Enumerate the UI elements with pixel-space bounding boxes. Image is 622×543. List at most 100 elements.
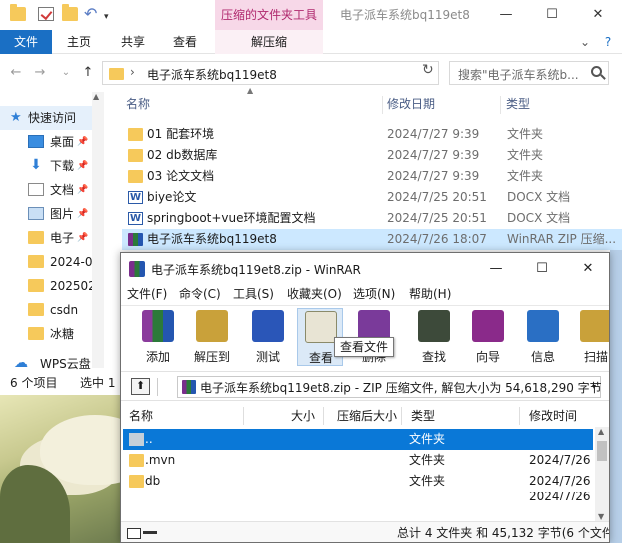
nav-item-wps-cloud[interactable]: ☁ WPS云盘: [0, 352, 92, 370]
nav-item-folder-csdn[interactable]: csdn: [0, 298, 92, 322]
nav-item-downloads[interactable]: ⬇ 下载 📌: [0, 154, 92, 178]
nav-item-folder-2024[interactable]: 2024-0: [0, 250, 92, 274]
winrar-maximize-button[interactable]: ☐: [519, 253, 565, 284]
column-divider[interactable]: [382, 96, 383, 114]
breadcrumb-separator[interactable]: ›: [130, 65, 135, 79]
tool-find[interactable]: 查找: [411, 308, 457, 366]
nav-pane-scrollbar[interactable]: ▲: [92, 92, 104, 368]
tool-test[interactable]: 测试: [245, 308, 291, 366]
new-folder-icon[interactable]: [62, 4, 78, 21]
file-row[interactable]: 01 配套环境 2024/7/27 9:39 文件夹: [122, 124, 622, 145]
archive-row-selected[interactable]: .. 文件夹: [123, 429, 593, 450]
undo-icon[interactable]: ↶: [84, 6, 100, 22]
path-dropdown-icon[interactable]: ▾: [592, 382, 596, 391]
tool-extract-to[interactable]: 解压到: [189, 308, 235, 366]
properties-check-icon[interactable]: [38, 7, 54, 21]
winrar-titlebar: 电子派车系统bq119et8.zip - WinRAR — ☐ ✕: [121, 253, 609, 284]
pin-icon[interactable]: 📌: [77, 202, 88, 226]
archive-path-text: 电子派车系统bq119et8.zip - ZIP 压缩文件, 解包大小为 54,…: [200, 381, 602, 395]
address-bar-row: ← → ⌄ ↑ › 电子派车系统bq119et8 ▾ ↻ 搜索"电子派车系统b.…: [0, 58, 622, 88]
tab-home[interactable]: 主页: [58, 30, 100, 54]
menu-commands[interactable]: 命令(C): [179, 284, 221, 304]
column-divider[interactable]: [401, 407, 402, 425]
archive-row[interactable]: .mvn 文件夹 2024/7/26 18: [123, 450, 593, 471]
column-header-modified[interactable]: 修改时间: [529, 405, 577, 427]
back-button[interactable]: ←: [6, 62, 26, 84]
refresh-button[interactable]: ↻: [422, 62, 434, 78]
file-row[interactable]: 02 db数据库 2024/7/27 9:39 文件夹: [122, 145, 622, 166]
forward-button[interactable]: →: [30, 62, 50, 84]
scroll-up-icon[interactable]: ▲: [93, 92, 99, 101]
menu-help[interactable]: 帮助(H): [409, 284, 451, 304]
tab-share[interactable]: 共享: [112, 30, 154, 54]
nav-item-folder-dianzi[interactable]: 电子 📌: [0, 226, 92, 250]
column-header-type[interactable]: 类型: [506, 92, 530, 116]
file-row[interactable]: 03 论文文档 2024/7/27 9:39 文件夹: [122, 166, 622, 187]
archive-list-scrollbar[interactable]: ▲ ▼: [595, 427, 609, 521]
tab-view[interactable]: 查看: [164, 30, 206, 54]
column-header-type[interactable]: 类型: [411, 405, 435, 427]
file-date: 2024/7/25 20:51: [387, 211, 487, 225]
column-divider[interactable]: [500, 96, 501, 114]
archive-row-partial[interactable]: 2024/7/26 18: [123, 492, 593, 504]
ribbon-expand-icon[interactable]: ⌄: [575, 30, 595, 54]
column-header-date[interactable]: 修改日期: [387, 92, 435, 116]
file-row[interactable]: springboot+vue环境配置文档 2024/7/25 20:51 DOC…: [122, 208, 622, 229]
column-header-packed[interactable]: 压缩后大小: [337, 405, 397, 427]
scroll-up-icon[interactable]: ▲: [598, 427, 604, 436]
drive-key-icon[interactable]: [127, 528, 159, 539]
archive-path-field[interactable]: 电子派车系统bq119et8.zip - ZIP 压缩文件, 解包大小为 54,…: [177, 376, 602, 398]
breadcrumb-current[interactable]: 电子派车系统bq119et8: [147, 66, 277, 83]
scroll-down-icon[interactable]: ▼: [598, 512, 604, 521]
tab-extract[interactable]: 解压缩: [215, 30, 323, 54]
pin-icon[interactable]: 📌: [77, 130, 88, 154]
menu-favorites[interactable]: 收藏夹(O): [287, 284, 342, 304]
winrar-minimize-button[interactable]: —: [473, 253, 519, 284]
nav-item-folder-bingtang[interactable]: 冰糖: [0, 322, 92, 346]
pin-icon[interactable]: 📌: [77, 226, 88, 250]
file-date: 2024/7/26 18:07: [387, 232, 487, 246]
maximize-button[interactable]: ☐: [529, 0, 575, 30]
nav-item-documents[interactable]: 文档 📌: [0, 178, 92, 202]
scrollbar-thumb[interactable]: [597, 441, 607, 461]
pin-icon[interactable]: 📌: [77, 178, 88, 202]
menu-options[interactable]: 选项(N): [353, 284, 395, 304]
column-divider[interactable]: [519, 407, 520, 425]
column-divider[interactable]: [323, 407, 324, 425]
minimize-button[interactable]: —: [483, 0, 529, 30]
explorer-titlebar: ↶ ▾ 压缩的文件夹工具 电子派车系统bq119et8 — ☐ ✕: [0, 0, 622, 30]
folder-icon[interactable]: [10, 4, 26, 21]
archive-row[interactable]: db 文件夹 2024/7/26 18: [123, 471, 593, 492]
nav-item-pictures[interactable]: 图片 📌: [0, 202, 92, 226]
nav-item-quick-access[interactable]: ★ 快速访问: [0, 106, 92, 130]
search-icon[interactable]: [591, 66, 602, 77]
up-one-level-button[interactable]: ⬆: [131, 378, 150, 395]
menu-tools[interactable]: 工具(S): [233, 284, 274, 304]
winrar-icon[interactable]: [129, 261, 145, 277]
tool-add[interactable]: 添加: [135, 308, 181, 366]
tool-wizard[interactable]: 向导: [465, 308, 511, 366]
tool-scan[interactable]: 扫描: [573, 308, 609, 366]
column-header-size[interactable]: 大小: [291, 405, 315, 427]
address-input[interactable]: › 电子派车系统bq119et8 ▾: [102, 61, 510, 85]
up-button[interactable]: ↑: [78, 62, 98, 84]
pin-icon[interactable]: 📌: [77, 154, 88, 178]
column-header-name[interactable]: 名称: [129, 405, 153, 427]
tab-file[interactable]: 文件: [0, 30, 52, 54]
compressed-folder-tools-tab[interactable]: 压缩的文件夹工具: [215, 0, 323, 30]
column-header-name[interactable]: 名称: [126, 92, 150, 116]
winrar-close-button[interactable]: ✕: [565, 253, 609, 284]
file-row-selected[interactable]: 电子派车系统bq119et8 2024/7/26 18:07 WinRAR ZI…: [122, 229, 622, 250]
quick-access-toolbar-dropdown-icon[interactable]: ▾: [104, 12, 109, 22]
menu-file[interactable]: 文件(F): [127, 284, 167, 304]
nav-item-folder-202502[interactable]: 202502: [0, 274, 92, 298]
nav-item-desktop[interactable]: 桌面 📌: [0, 130, 92, 154]
search-input[interactable]: 搜索"电子派车系统b...: [449, 61, 609, 85]
tool-info[interactable]: 信息: [520, 308, 566, 366]
help-icon[interactable]: ?: [598, 30, 618, 54]
close-button[interactable]: ✕: [575, 0, 621, 30]
column-divider[interactable]: [243, 407, 244, 425]
file-row[interactable]: biye论文 2024/7/25 20:51 DOCX 文档: [122, 187, 622, 208]
entry-modified: 2024/7/26 18: [529, 492, 593, 500]
recent-locations-button[interactable]: ⌄: [56, 62, 76, 84]
